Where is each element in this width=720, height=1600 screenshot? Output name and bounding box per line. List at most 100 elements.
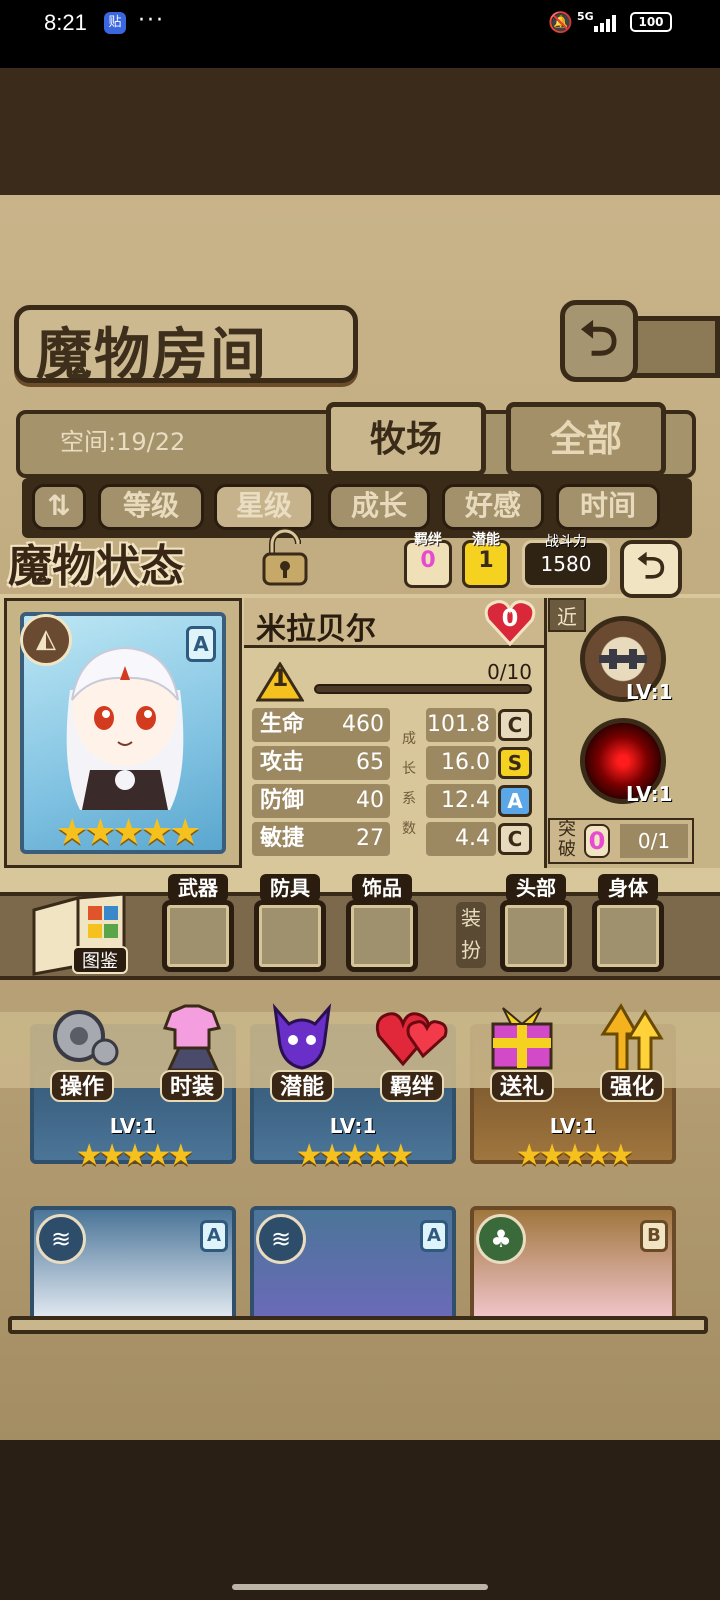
battery-indicator: 100 bbox=[630, 12, 672, 32]
sort-stars[interactable]: 星级 bbox=[214, 484, 314, 530]
bond-value: 0 bbox=[420, 548, 436, 573]
costume-button[interactable]: 时装 bbox=[142, 998, 242, 1108]
upgrade-arrows-icon bbox=[600, 1003, 664, 1072]
sort-growth[interactable]: 成长 bbox=[328, 484, 430, 530]
operate-label: 操作 bbox=[49, 1070, 114, 1102]
grade-hp: C bbox=[498, 709, 532, 741]
stat-def-value: 40 bbox=[356, 788, 384, 813]
potential-action-label: 潜能 bbox=[269, 1070, 334, 1102]
slot-accessory[interactable] bbox=[346, 900, 418, 972]
close-status-button[interactable]: ⮌ bbox=[620, 540, 682, 598]
unlock-icon[interactable] bbox=[258, 528, 312, 586]
hearts-icon bbox=[375, 1012, 448, 1067]
return-arrow-icon: ⮌ bbox=[579, 311, 619, 367]
slot-armor-label: 防具 bbox=[260, 874, 320, 902]
growth-caption-1: 成 bbox=[402, 731, 416, 747]
clock: 8:21 bbox=[44, 10, 87, 35]
app-notification-icon: 贴 bbox=[104, 12, 126, 34]
combat-power: 战斗力 1580 bbox=[522, 535, 610, 588]
costume-icon bbox=[162, 1004, 222, 1072]
slot-accessory-label: 饰品 bbox=[352, 874, 412, 902]
slot-armor[interactable] bbox=[254, 900, 326, 972]
growth-agi: 4.4 bbox=[426, 822, 496, 856]
sort-order-icon: ⇅ bbox=[47, 489, 71, 522]
water-element-icon: ≋ bbox=[256, 1214, 306, 1264]
level-value: 1 bbox=[271, 664, 289, 692]
breakthrough-value: 0 bbox=[584, 824, 610, 858]
sort-level[interactable]: 等级 bbox=[98, 484, 204, 530]
potential-button[interactable]: 潜能 bbox=[252, 998, 352, 1108]
operate-button[interactable]: 操作 bbox=[32, 998, 132, 1108]
skill-weapon-level: LV:1 bbox=[626, 680, 673, 704]
return-arrow-icon: ⮌ bbox=[636, 546, 666, 587]
more-notifications-icon: ··· bbox=[138, 8, 165, 33]
growth-caption-2: 长 bbox=[402, 761, 416, 777]
bond-badge: 羁绊 0 bbox=[404, 533, 452, 588]
sort-favor[interactable]: 好感 bbox=[442, 484, 544, 530]
slot-body-label: 身体 bbox=[598, 874, 658, 902]
gift-label: 送礼 bbox=[489, 1070, 554, 1102]
back-button[interactable]: ⮌ bbox=[560, 300, 638, 382]
slot-head-label: 头部 bbox=[506, 874, 566, 902]
enhance-label: 强化 bbox=[599, 1070, 664, 1102]
sort-order-button[interactable]: ⇅ bbox=[32, 484, 86, 530]
card-rank: A bbox=[200, 1220, 228, 1252]
skill-orb-level: LV:1 bbox=[626, 782, 673, 806]
rank-badge: A bbox=[186, 626, 216, 662]
leaf-element-icon: ♣ bbox=[476, 1214, 526, 1264]
breakthrough-label: 突破 bbox=[558, 819, 576, 860]
monster-card[interactable]: ♣ B bbox=[470, 1206, 676, 1316]
card-level: LV:1 bbox=[109, 1114, 157, 1138]
page-title: 魔物房间 bbox=[36, 322, 268, 388]
melee-type-icon: ◭ bbox=[20, 614, 72, 666]
bond-action-label: 羁绊 bbox=[379, 1070, 444, 1102]
monster-card[interactable]: ≋ A bbox=[30, 1206, 236, 1316]
star-rating: ★★★★★ bbox=[56, 812, 201, 853]
grid-bottom-frame bbox=[8, 1316, 708, 1334]
slot-body[interactable] bbox=[592, 900, 664, 972]
costume-label: 时装 bbox=[159, 1070, 224, 1102]
growth-caption-4: 数 bbox=[402, 821, 416, 837]
signal-bars-icon bbox=[594, 15, 616, 32]
card-level: LV:1 bbox=[549, 1114, 597, 1138]
card-rank: A bbox=[420, 1220, 448, 1252]
monster-card[interactable]: ≋ A bbox=[250, 1206, 456, 1316]
growth-def: 12.4 bbox=[426, 784, 496, 818]
card-level: LV:1 bbox=[329, 1114, 377, 1138]
top-shade bbox=[0, 68, 720, 198]
potential-badge: 潜能 1 bbox=[462, 533, 510, 588]
grade-atk: S bbox=[498, 747, 532, 779]
tab-ranch[interactable]: 牧场 bbox=[326, 402, 486, 476]
mute-bell-icon: 🔕 bbox=[548, 10, 573, 34]
tab-all[interactable]: 全部 bbox=[506, 402, 666, 476]
bottom-shade bbox=[0, 1440, 720, 1600]
sort-time[interactable]: 时间 bbox=[556, 484, 660, 530]
slot-weapon[interactable] bbox=[162, 900, 234, 972]
space-counter: 空间:19/22 bbox=[60, 428, 186, 456]
status-bar: 8:21 贴 ··· 🔕 5G 100 bbox=[0, 0, 720, 68]
exp-bar bbox=[314, 684, 532, 694]
grade-agi: C bbox=[498, 823, 532, 855]
gesture-bar[interactable] bbox=[232, 1584, 488, 1590]
exp-text: 0/10 bbox=[487, 660, 532, 684]
bond-label: 羁绊 bbox=[414, 532, 442, 548]
growth-hp: 101.8 bbox=[426, 708, 496, 742]
water-element-icon: ≋ bbox=[36, 1214, 86, 1264]
growth-caption-3: 系 bbox=[402, 791, 416, 807]
bond-button[interactable]: 羁绊 bbox=[362, 998, 462, 1108]
stat-agi-value: 27 bbox=[356, 826, 384, 851]
guidebook-label[interactable]: 图鉴 bbox=[72, 946, 128, 974]
gift-icon bbox=[491, 1007, 553, 1070]
stat-hp-value: 460 bbox=[342, 712, 384, 737]
dress-up-label: 装扮 bbox=[456, 902, 486, 968]
card-rank: B bbox=[640, 1220, 668, 1252]
gear-icon bbox=[53, 1010, 119, 1066]
card-stars: ★★★★★ bbox=[75, 1138, 194, 1173]
favor-value: 0 bbox=[501, 604, 519, 632]
breakthrough-progress: 0/1 bbox=[620, 824, 688, 858]
potential-value: 1 bbox=[478, 548, 494, 573]
slot-head[interactable] bbox=[500, 900, 572, 972]
gift-button[interactable]: 送礼 bbox=[472, 998, 572, 1108]
enhance-button[interactable]: 强化 bbox=[582, 998, 682, 1108]
power-label: 战斗力 bbox=[545, 534, 587, 550]
